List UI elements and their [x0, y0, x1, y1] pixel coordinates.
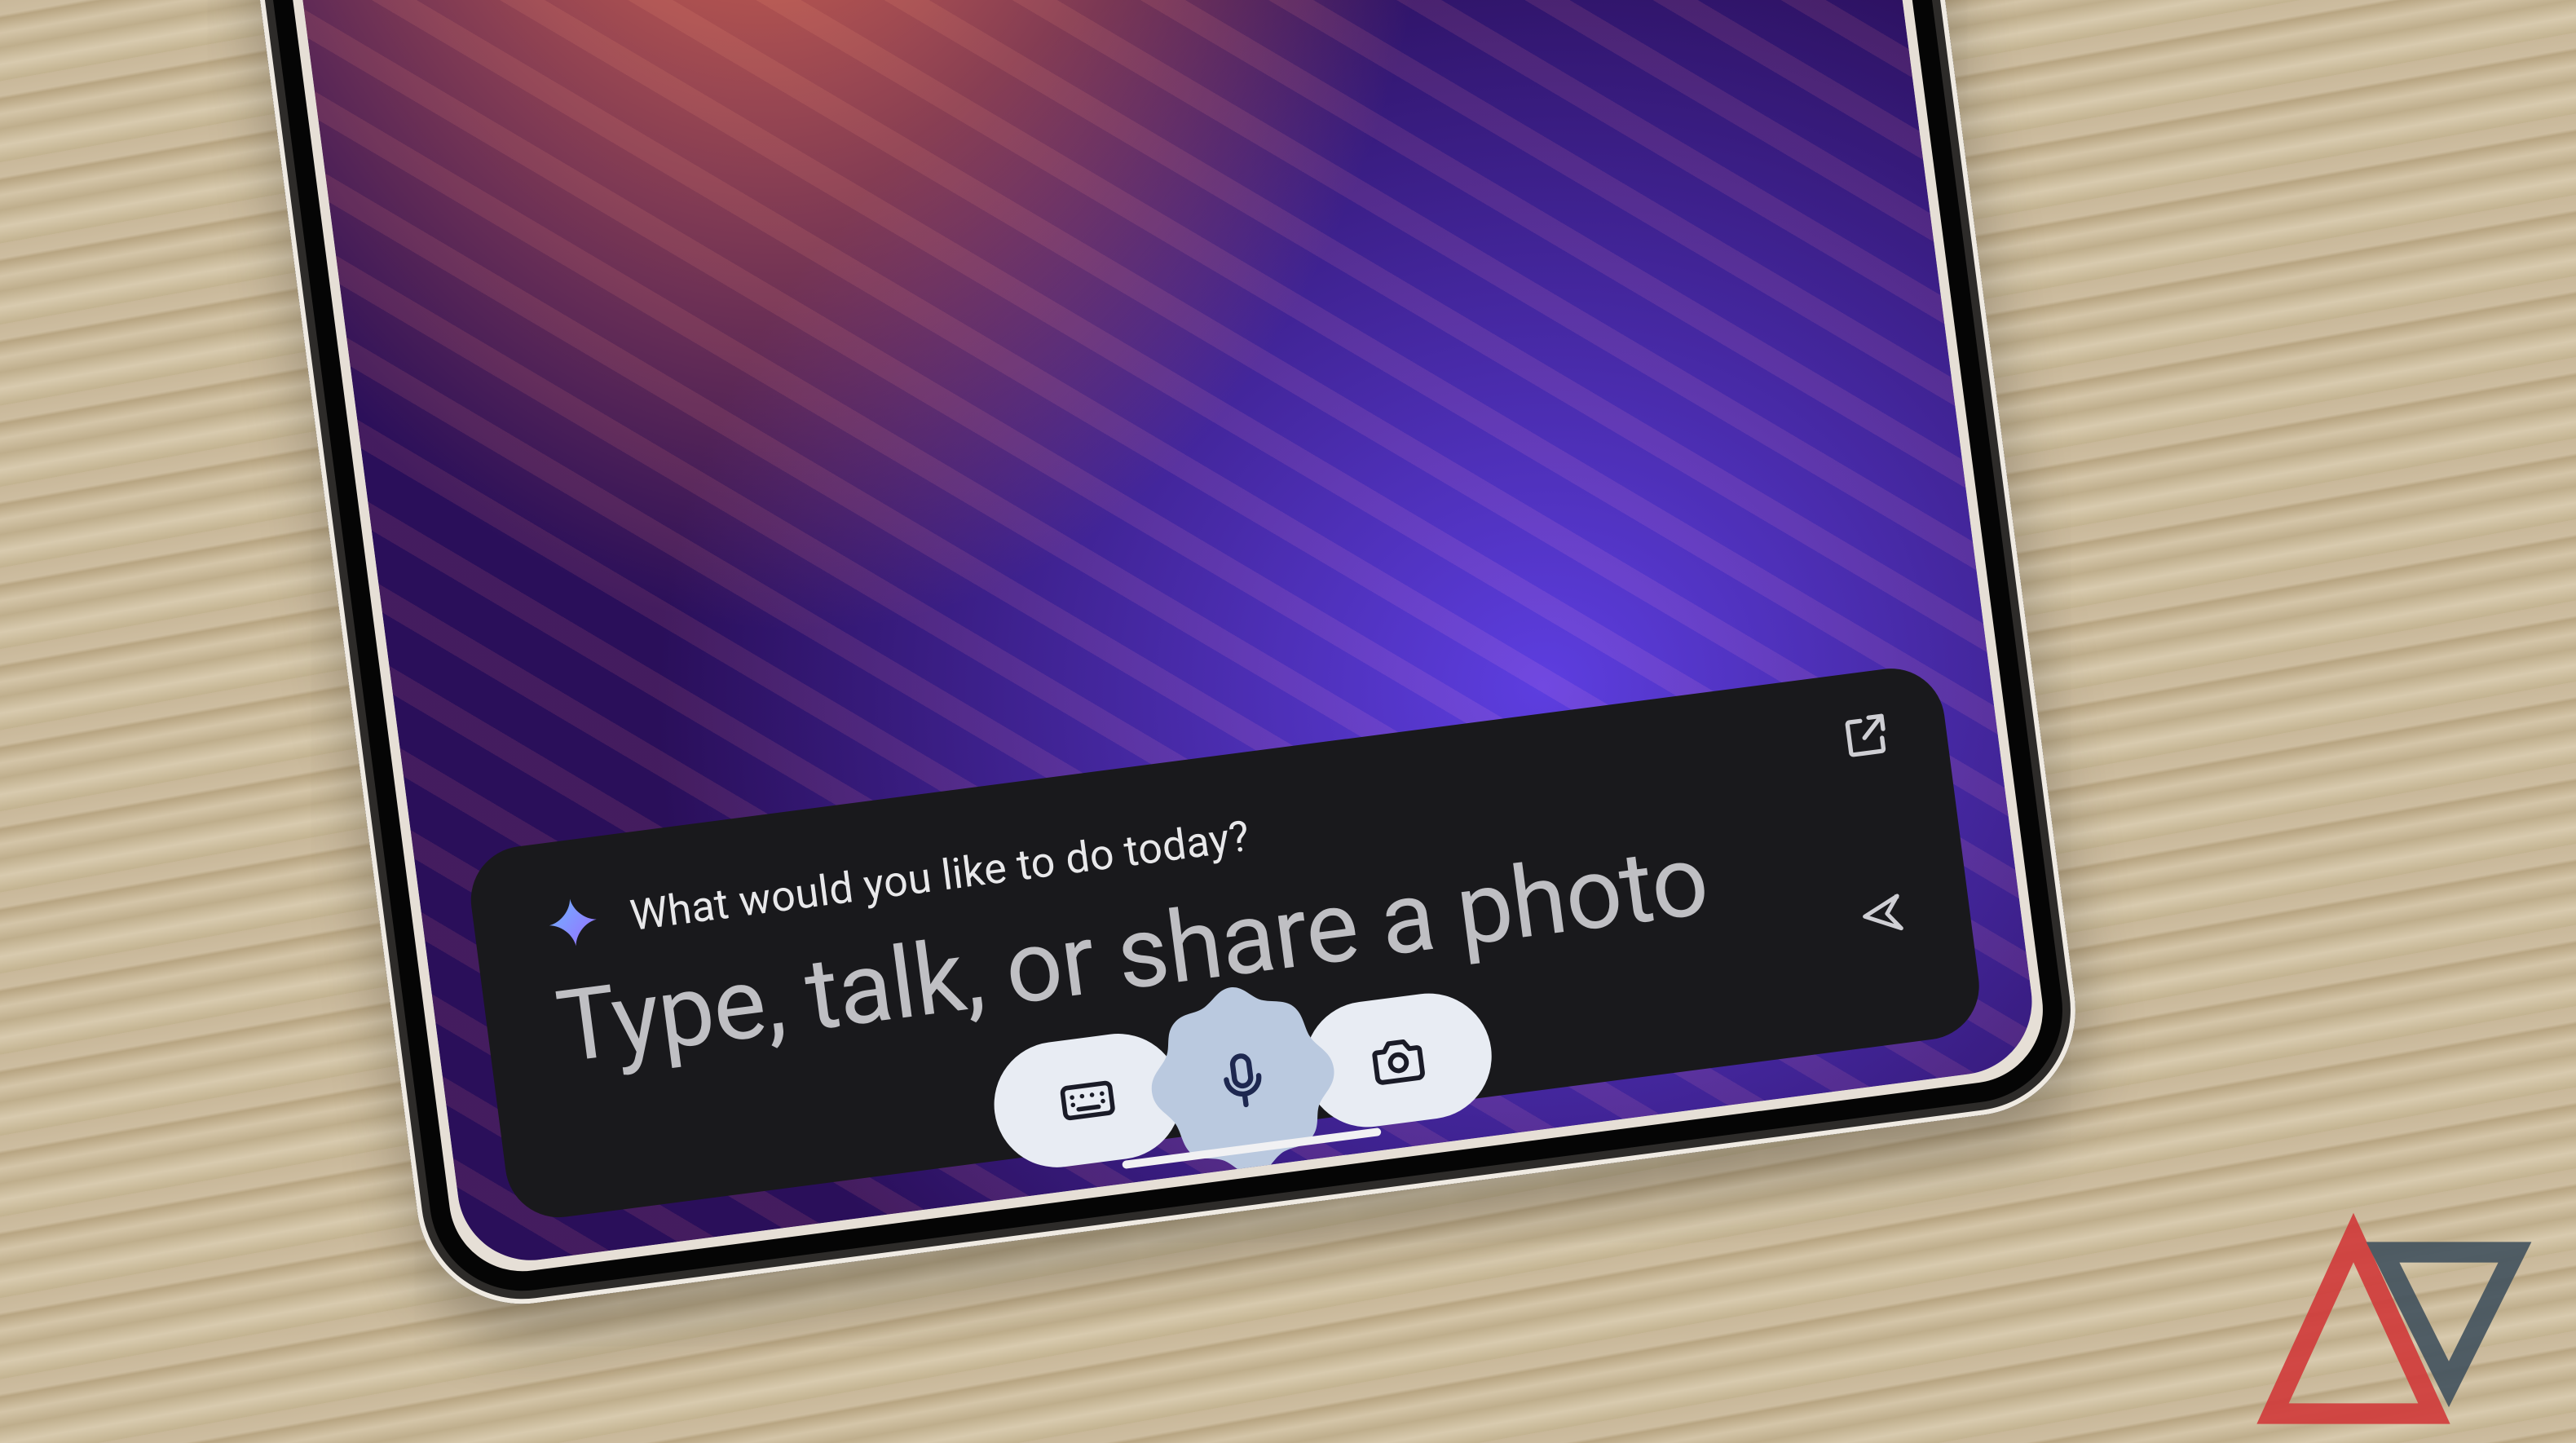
phone-screen: What would you like to do today? Type, t…: [279, 0, 2040, 1269]
phone-frame: What would you like to do today? Type, t…: [232, 0, 2089, 1317]
assistant-panel: What would you like to do today? Type, t…: [465, 662, 1986, 1224]
send-sparkle-icon[interactable]: [1855, 887, 1910, 942]
watermark-logo: [2243, 1208, 2537, 1420]
gemini-sparkle-icon: [541, 890, 605, 954]
open-in-new-icon[interactable]: [1837, 706, 1896, 765]
